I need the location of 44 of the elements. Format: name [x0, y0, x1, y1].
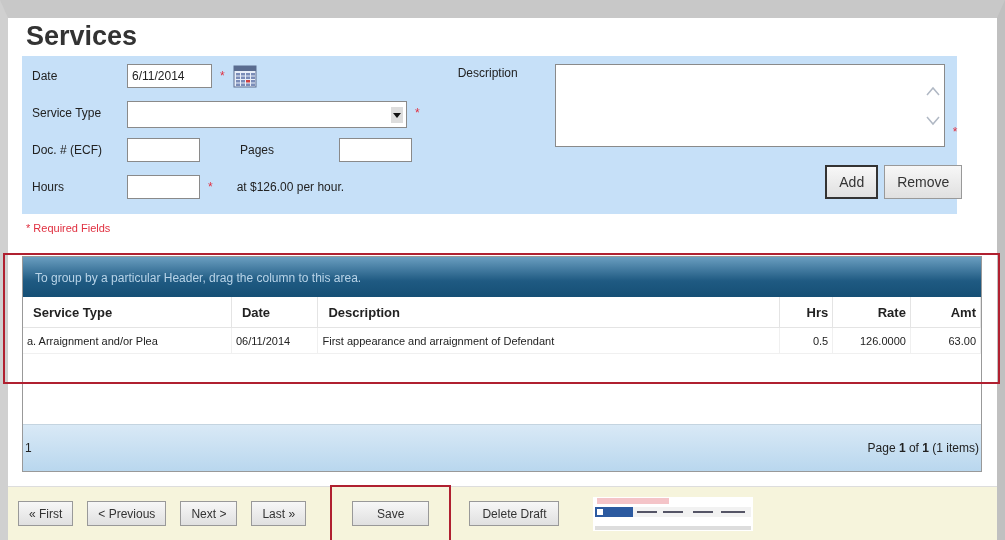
table-cell: 126.0000	[832, 327, 911, 354]
column-header[interactable]: Service Type	[23, 297, 232, 328]
service-type-dropdown[interactable]	[127, 101, 407, 128]
field-label: Hours	[32, 179, 65, 194]
field-label: Pages	[239, 142, 276, 157]
pager-button[interactable]: Last »	[251, 501, 307, 526]
column-header[interactable]: Date	[231, 297, 318, 328]
page-title: Services	[25, 20, 139, 53]
required-mark: *	[415, 105, 420, 120]
doc-number-field[interactable]	[127, 138, 200, 162]
pager-button[interactable]: Next >	[180, 501, 238, 526]
required-mark: *	[952, 124, 958, 141]
hours-field[interactable]	[127, 175, 200, 199]
remove-button[interactable]: Remove	[884, 165, 963, 199]
pager-button[interactable]: < Previous	[87, 501, 167, 526]
table-cell: 0.5	[779, 327, 833, 354]
column-header[interactable]: Amt	[910, 297, 981, 328]
column-header[interactable]: Hrs	[779, 297, 833, 328]
required-mark: *	[220, 68, 225, 83]
pager-button[interactable]: « First	[18, 501, 74, 526]
save-button[interactable]: Save	[352, 501, 430, 526]
table-cell: 06/11/2014	[231, 327, 318, 354]
pages-field[interactable]	[339, 138, 412, 162]
caret-icon	[391, 106, 403, 123]
field-label: Doc. # (ECF)	[32, 142, 103, 157]
calendar-icon[interactable]	[232, 64, 257, 88]
table-cell: a. Arraignment and/or Plea	[23, 327, 232, 354]
rate-note: at $126.00 per hour.	[236, 179, 345, 194]
delete-draft-button[interactable]: Delete Draft	[469, 501, 560, 526]
item-count: 1	[25, 441, 32, 455]
page-info: Page 1 of 1 (1 items)	[867, 441, 979, 455]
table-cell: First appearance and arraignment of Defendant	[317, 327, 780, 354]
description-field[interactable]	[554, 64, 945, 147]
date-field[interactable]: 6/11/2014	[127, 64, 212, 88]
field-label: Date	[32, 68, 59, 83]
required-note: * Required Fields	[25, 221, 112, 236]
group-by-bar: To group by a particular Header, drag the column to this area.	[23, 257, 981, 297]
field-label: Description	[457, 65, 519, 80]
column-header[interactable]: Rate	[832, 297, 911, 328]
table-cell: 63.00	[910, 327, 981, 354]
add-button[interactable]: Add	[825, 165, 879, 199]
column-header[interactable]: Description	[317, 297, 780, 328]
required-mark: *	[208, 179, 213, 194]
field-label: Service Type	[32, 105, 103, 120]
